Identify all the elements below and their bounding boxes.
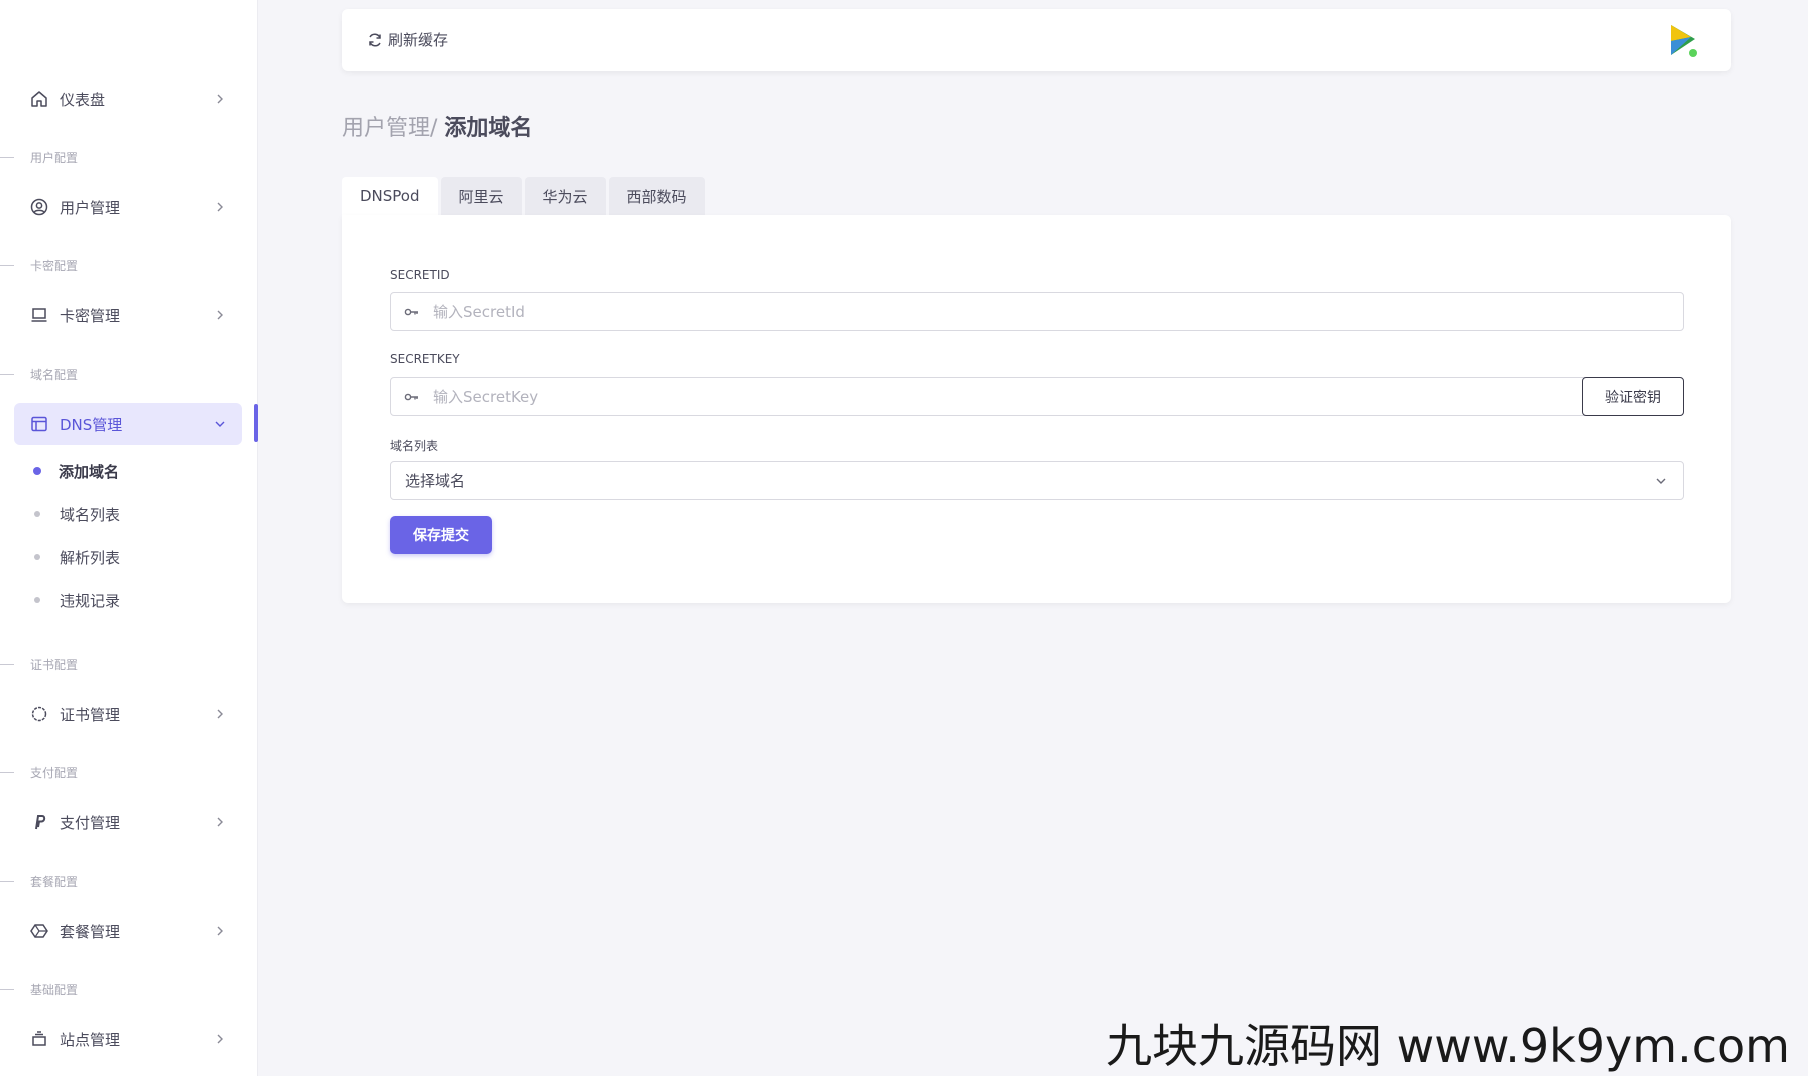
- secret-id-label: SECRETID: [390, 268, 450, 282]
- sidebar-item-user-management[interactable]: 用户管理: [14, 186, 242, 228]
- sidebar-item-label: 支付管理: [60, 813, 121, 832]
- key-icon: [391, 392, 433, 402]
- secret-id-input[interactable]: [433, 293, 1683, 330]
- sidebar-item-label: 卡密管理: [60, 306, 121, 325]
- section-label-card: 卡密配置: [0, 257, 78, 273]
- user-circle-icon: [30, 198, 48, 216]
- chevron-right-icon: [212, 91, 228, 107]
- secret-id-group: [390, 292, 1684, 331]
- sidebar-subitem-domain-list[interactable]: 域名列表: [14, 496, 242, 532]
- sidebar: 仪表盘 用户配置 用户管理 卡密配置 卡密管理 域名配置 DNS管理 添加域名 …: [0, 0, 258, 1076]
- chevron-right-icon: [212, 199, 228, 215]
- section-label-user: 用户配置: [0, 149, 78, 165]
- paypal-icon: [30, 813, 48, 831]
- bullet-icon: [34, 554, 40, 560]
- sidebar-item-dashboard[interactable]: 仪表盘: [14, 78, 242, 120]
- watermark-text: 九块九源码网 www.9k9ym.com: [1106, 1019, 1790, 1073]
- bullet-icon: [34, 597, 40, 603]
- tab-huaweicloud[interactable]: 华为云: [524, 177, 606, 215]
- section-label-base: 基础配置: [0, 981, 78, 997]
- bullet-icon: [33, 467, 41, 475]
- breadcrumb-parent[interactable]: 用户管理/: [342, 116, 437, 141]
- chevron-right-icon: [212, 706, 228, 722]
- sidebar-item-pay-management[interactable]: 支付管理: [14, 801, 242, 843]
- key-icon: [391, 307, 433, 317]
- gear-icon: [30, 705, 48, 723]
- section-label-pay: 支付配置: [0, 764, 78, 780]
- bullet-icon: [34, 511, 40, 517]
- sidebar-subitem-resolve-list[interactable]: 解析列表: [14, 539, 242, 575]
- chevron-down-icon: [1653, 473, 1669, 493]
- tab-dnspod[interactable]: DNSPod: [342, 177, 438, 215]
- sidebar-item-label: 用户管理: [60, 198, 121, 217]
- secret-key-label: SECRETKEY: [390, 352, 460, 366]
- section-label-domain: 域名配置: [0, 366, 78, 382]
- page-title: 添加域名: [444, 116, 533, 141]
- sidebar-subitem-add-domain[interactable]: 添加域名: [14, 453, 242, 489]
- domain-form-card: SECRETID SECRETKEY 验证密钥 域名列表 选择域名 保存提交: [342, 215, 1731, 603]
- top-bar: 刷新缓存: [342, 9, 1731, 71]
- tab-west-digital[interactable]: 西部数码: [608, 177, 705, 215]
- sidebar-item-label: DNS管理: [60, 415, 123, 434]
- secret-key-input[interactable]: [433, 378, 1582, 415]
- section-label-cert: 证书配置: [0, 656, 78, 672]
- chevron-right-icon: [212, 814, 228, 830]
- secret-key-group: 验证密钥: [390, 377, 1684, 416]
- sidebar-subitem-violations[interactable]: 违规记录: [14, 582, 242, 618]
- window-icon: [30, 415, 48, 433]
- sidebar-item-label: 套餐管理: [60, 922, 121, 941]
- chevron-right-icon: [212, 923, 228, 939]
- sidebar-item-cert-management[interactable]: 证书管理: [14, 693, 242, 735]
- refresh-cache-button[interactable]: 刷新缓存: [366, 29, 448, 50]
- laptop-icon: [30, 306, 48, 324]
- chevron-down-icon: [212, 416, 228, 432]
- sidebar-item-plan-management[interactable]: 套餐管理: [14, 910, 242, 952]
- sidebar-item-label: 证书管理: [60, 705, 121, 724]
- domain-select[interactable]: 选择域名: [390, 461, 1684, 500]
- sidebar-item-card-management[interactable]: 卡密管理: [14, 294, 242, 336]
- home-icon: [30, 90, 48, 108]
- chevron-right-icon: [212, 1031, 228, 1047]
- refresh-icon: [369, 32, 381, 47]
- active-indicator: [254, 404, 258, 442]
- domain-select-value: 选择域名: [405, 472, 466, 490]
- package-icon: [30, 922, 48, 940]
- save-submit-button[interactable]: 保存提交: [390, 516, 492, 554]
- sidebar-item-label: 仪表盘: [60, 90, 106, 109]
- sidebar-item-dns-management[interactable]: DNS管理: [14, 403, 242, 445]
- chevron-right-icon: [212, 307, 228, 323]
- avatar[interactable]: [1663, 21, 1699, 61]
- sidebar-item-site-management[interactable]: 站点管理: [14, 1018, 242, 1060]
- sidebar-item-label: 站点管理: [60, 1030, 121, 1049]
- section-label-plan: 套餐配置: [0, 873, 78, 889]
- tab-aliyun[interactable]: 阿里云: [440, 177, 522, 215]
- breadcrumb: 用户管理/ 添加域名: [342, 110, 532, 142]
- domain-list-label: 域名列表: [390, 439, 439, 453]
- provider-tabs: DNSPod 阿里云 华为云 西部数码: [342, 177, 708, 215]
- stack-icon: [30, 1030, 48, 1048]
- verify-key-button[interactable]: 验证密钥: [1582, 377, 1684, 416]
